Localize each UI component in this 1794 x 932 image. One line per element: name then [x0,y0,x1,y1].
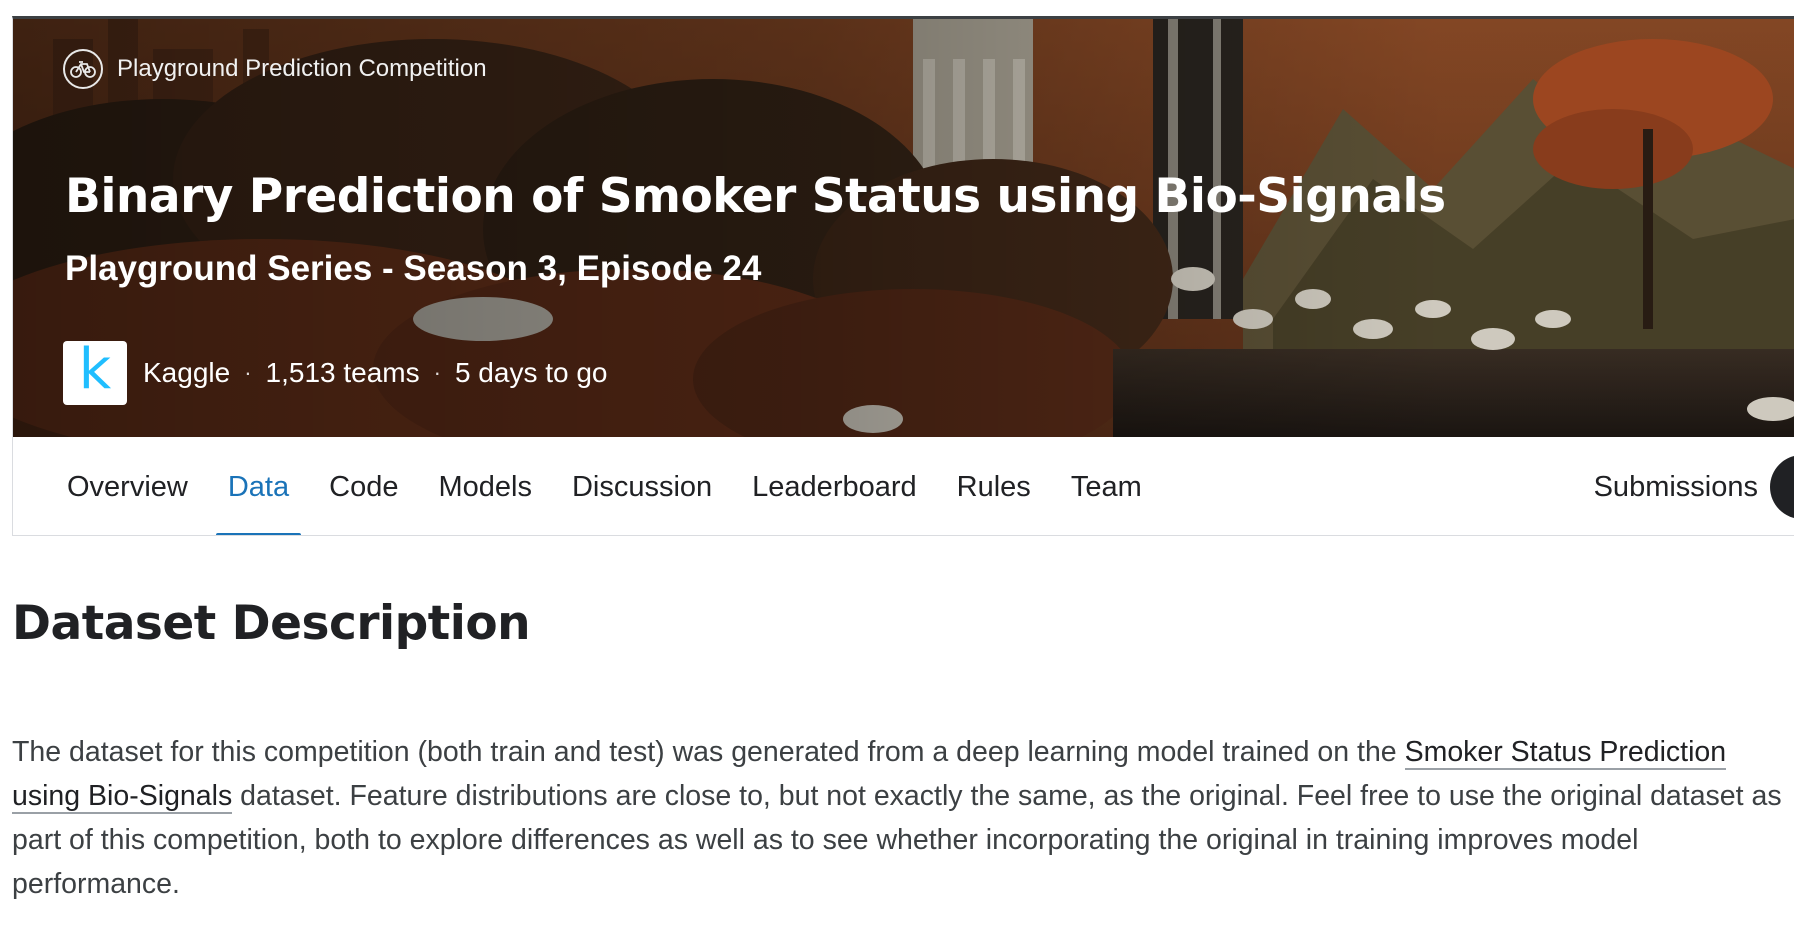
kaggle-logo-letter: k [78,337,112,402]
tab-leaderboard[interactable]: Leaderboard [732,437,936,535]
tab-data[interactable]: Data [208,437,309,535]
tab-code[interactable]: Code [309,437,418,535]
team-count[interactable]: 1,513 teams [266,357,420,389]
competition-header: Playground Prediction Competition Binary… [12,16,1794,536]
tab-models[interactable]: Models [418,437,552,535]
tab-rules[interactable]: Rules [937,437,1051,535]
competition-meta: k Kaggle · 1,513 teams · 5 days to go [63,341,608,405]
competition-tabs: Overview Data Code Models Discussion Lea… [13,437,1794,535]
competition-page: Playground Prediction Competition Binary… [0,0,1794,932]
competition-type-label: Playground Prediction Competition [117,55,487,82]
deadline: 5 days to go [454,357,608,388]
tab-overview[interactable]: Overview [13,437,208,535]
tab-team[interactable]: Team [1051,437,1162,535]
meta-separator: · [244,360,252,385]
kaggle-logo[interactable]: k [63,341,127,405]
tab-submissions[interactable]: Submissions [1594,437,1758,535]
dataset-description: The dataset for this competition (both t… [12,730,1782,906]
description-text: The dataset for this competition (both t… [12,736,1405,768]
bicycle-icon [63,49,103,89]
competition-subtitle: Playground Series - Season 3, Episode 24 [65,249,762,288]
section-title: Dataset Description [12,596,531,651]
meta-separator: · [433,360,441,385]
submit-prediction-button[interactable] [1770,455,1794,519]
tab-discussion[interactable]: Discussion [552,437,732,535]
competition-type: Playground Prediction Competition [63,49,487,89]
host-name[interactable]: Kaggle [143,357,230,389]
competition-banner: Playground Prediction Competition Binary… [13,19,1794,437]
competition-title: Binary Prediction of Smoker Status using… [65,169,1446,224]
description-text: dataset. Feature distributions are close… [12,780,1782,900]
